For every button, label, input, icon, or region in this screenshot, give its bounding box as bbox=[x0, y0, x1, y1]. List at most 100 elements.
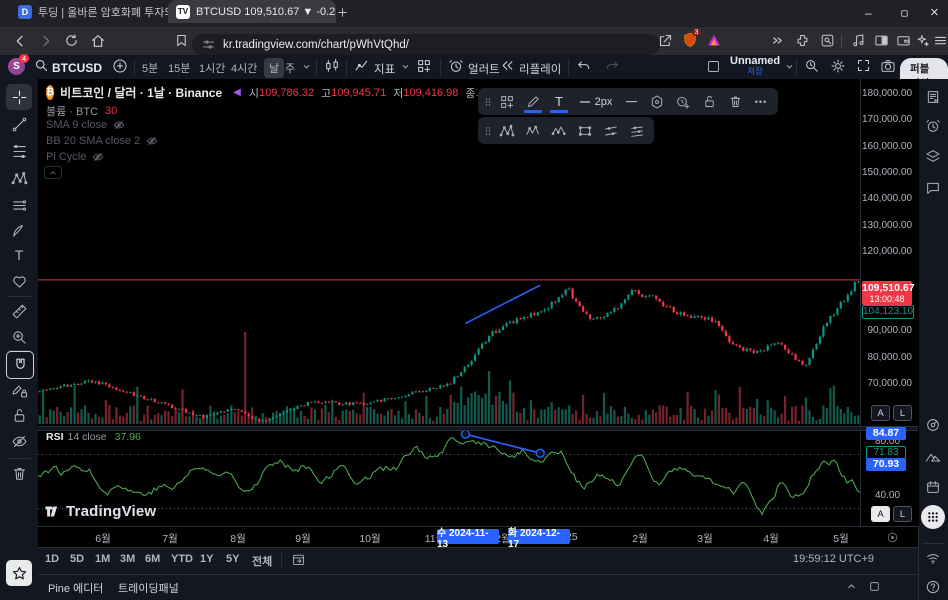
target-panel-icon[interactable] bbox=[921, 413, 945, 437]
timeframe-날[interactable]: 날 bbox=[264, 58, 285, 78]
rsi-axis-mode-buttons[interactable]: AL bbox=[871, 506, 912, 522]
bookmark-icon[interactable] bbox=[174, 33, 189, 48]
fullscreen-icon[interactable] bbox=[856, 58, 871, 73]
drawing-toolbar-row1[interactable]: T 2px ••• bbox=[478, 88, 778, 115]
text-color-icon[interactable]: T bbox=[546, 89, 572, 115]
symbol-legend[interactable]: ₿ 비트코인 / 달러 · 1날 · Binance ◀ 시 109,786.32 고 10… bbox=[46, 84, 478, 101]
add-symbol-icon[interactable] bbox=[112, 58, 128, 74]
rsi-log-scale-button[interactable]: L bbox=[893, 506, 912, 522]
range-5Y[interactable]: 5Y bbox=[226, 553, 239, 565]
watchlist-panel-icon[interactable] bbox=[921, 85, 945, 109]
line-width-icon[interactable]: 2px bbox=[572, 89, 618, 115]
range-1M[interactable]: 1M bbox=[95, 553, 110, 565]
timeframe-5분[interactable]: 5분 bbox=[142, 60, 158, 76]
alert-label[interactable]: 얼러트 bbox=[468, 61, 500, 77]
alert-icon[interactable] bbox=[448, 58, 464, 74]
window-close-button[interactable]: × bbox=[930, 4, 939, 21]
log-scale-button[interactable]: L bbox=[893, 405, 912, 421]
crosshair-button[interactable] bbox=[6, 84, 32, 110]
indicator-legend[interactable]: BB 20 SMA close 2 bbox=[46, 135, 158, 147]
rsi-chart[interactable] bbox=[38, 429, 860, 526]
brush-button[interactable] bbox=[6, 217, 32, 243]
layout-name[interactable]: Unnamed 저장 bbox=[730, 56, 780, 77]
indicators-label[interactable]: 지표 bbox=[374, 61, 395, 77]
favorites-star-button[interactable] bbox=[6, 560, 32, 586]
browser-tab-active[interactable]: TV BTCUSD 109,510.67 ▼ -0.25% bbox=[168, 0, 336, 23]
indicator-legend[interactable]: Pi Cycle bbox=[46, 151, 104, 163]
range-1D[interactable]: 1D bbox=[45, 553, 59, 565]
back-button[interactable] bbox=[12, 33, 28, 49]
legend-title[interactable]: 비트코인 / 달러 · 1날 · Binance bbox=[60, 84, 222, 101]
wifi-panel-icon[interactable] bbox=[921, 546, 945, 570]
settings-gear-icon[interactable] bbox=[830, 58, 846, 74]
forward-button[interactable] bbox=[38, 33, 54, 49]
reload-button[interactable] bbox=[64, 33, 79, 48]
rsi-pane[interactable] bbox=[38, 429, 860, 526]
xabcd-tool-icon[interactable] bbox=[494, 118, 520, 144]
window-maximize-button[interactable] bbox=[899, 8, 910, 19]
range-전체[interactable]: 전체 bbox=[252, 553, 272, 569]
boost-icon[interactable]: ◀ bbox=[233, 87, 241, 98]
add-alert-icon[interactable] bbox=[670, 89, 696, 115]
range-1Y[interactable]: 1Y bbox=[200, 553, 213, 565]
replay-label[interactable]: 리플레이 bbox=[519, 61, 561, 77]
snapshot-camera-icon[interactable] bbox=[880, 58, 896, 74]
axis-mode-buttons[interactable]: AL bbox=[871, 405, 912, 421]
zoom-in-button[interactable] bbox=[6, 324, 32, 350]
trash-button[interactable] bbox=[6, 460, 32, 486]
elliott-12-icon[interactable] bbox=[520, 118, 546, 144]
layers-panel-icon[interactable] bbox=[921, 144, 945, 168]
timeframe-주[interactable]: 주 bbox=[285, 60, 295, 76]
sparkle-icon[interactable] bbox=[915, 33, 930, 48]
window-minimize-button[interactable]: – bbox=[865, 6, 872, 20]
side-panel-icon[interactable] bbox=[874, 33, 889, 48]
timeframe-4시간[interactable]: 4시간 bbox=[231, 60, 257, 76]
more-options-icon[interactable]: ••• bbox=[748, 89, 774, 115]
axis-settings-icon[interactable] bbox=[886, 531, 899, 544]
auto-scale-button[interactable]: A bbox=[871, 405, 890, 421]
magnet-button[interactable] bbox=[6, 351, 34, 379]
timeframe-1시간[interactable]: 1시간 bbox=[199, 60, 225, 76]
redo-icon[interactable] bbox=[604, 58, 620, 74]
undo-icon[interactable] bbox=[576, 58, 592, 74]
search-tabs-icon[interactable] bbox=[820, 33, 835, 48]
lock-open-button[interactable] bbox=[6, 402, 32, 428]
price-chart[interactable] bbox=[38, 79, 860, 426]
range-3M[interactable]: 3M bbox=[120, 553, 135, 565]
drawing-lock-button[interactable] bbox=[6, 377, 32, 403]
toolbar2-drag-handle[interactable] bbox=[482, 118, 494, 144]
timeframe-menu-icon[interactable] bbox=[301, 61, 312, 72]
line-style-icon[interactable] bbox=[618, 89, 644, 115]
patterns-panel-icon[interactable] bbox=[921, 445, 945, 469]
indicators-menu-icon[interactable] bbox=[400, 61, 411, 72]
chat-panel-icon[interactable] bbox=[921, 176, 945, 200]
line-color-icon[interactable] bbox=[520, 89, 546, 115]
layout-templates-icon[interactable] bbox=[416, 58, 432, 74]
indicators-icon[interactable] bbox=[354, 58, 370, 74]
share-icon[interactable] bbox=[658, 33, 673, 48]
browser-tab-inactive[interactable]: D 투딩 | 올바른 암호화폐 투자의 모든 bbox=[10, 0, 176, 23]
elliott-abc-icon[interactable] bbox=[546, 118, 572, 144]
price-pane[interactable] bbox=[38, 79, 860, 426]
alarm-panel-icon[interactable] bbox=[921, 114, 945, 138]
settings-hex-icon[interactable] bbox=[644, 89, 670, 115]
eye-off-button[interactable] bbox=[6, 428, 32, 454]
xabcd-pattern-button[interactable] bbox=[6, 165, 32, 191]
replay-icon[interactable] bbox=[500, 58, 515, 73]
trend-line-button[interactable] bbox=[6, 111, 32, 137]
eye-off-icon[interactable] bbox=[92, 151, 104, 163]
volume-legend[interactable]: 볼륨 · BTC 30 bbox=[46, 103, 117, 119]
parallel-channel-icon[interactable] bbox=[598, 118, 624, 144]
rsi-auto-scale-button[interactable]: A bbox=[871, 506, 890, 522]
site-settings-icon[interactable] bbox=[202, 38, 215, 51]
apps-panel-icon[interactable] bbox=[921, 505, 945, 529]
flat-channel-icon[interactable] bbox=[624, 118, 650, 144]
help-panel-icon[interactable] bbox=[921, 575, 945, 599]
eye-off-icon[interactable] bbox=[113, 119, 125, 131]
expand-panel-icon[interactable] bbox=[845, 580, 858, 593]
rsi-legend[interactable]: RSI 14 close 37.96 bbox=[46, 431, 141, 443]
layout-menu-icon[interactable] bbox=[784, 61, 795, 72]
text-tool-button[interactable]: T bbox=[6, 242, 32, 268]
triangle-extension-icon[interactable] bbox=[706, 32, 722, 48]
browser-menu-icon[interactable] bbox=[933, 33, 948, 48]
